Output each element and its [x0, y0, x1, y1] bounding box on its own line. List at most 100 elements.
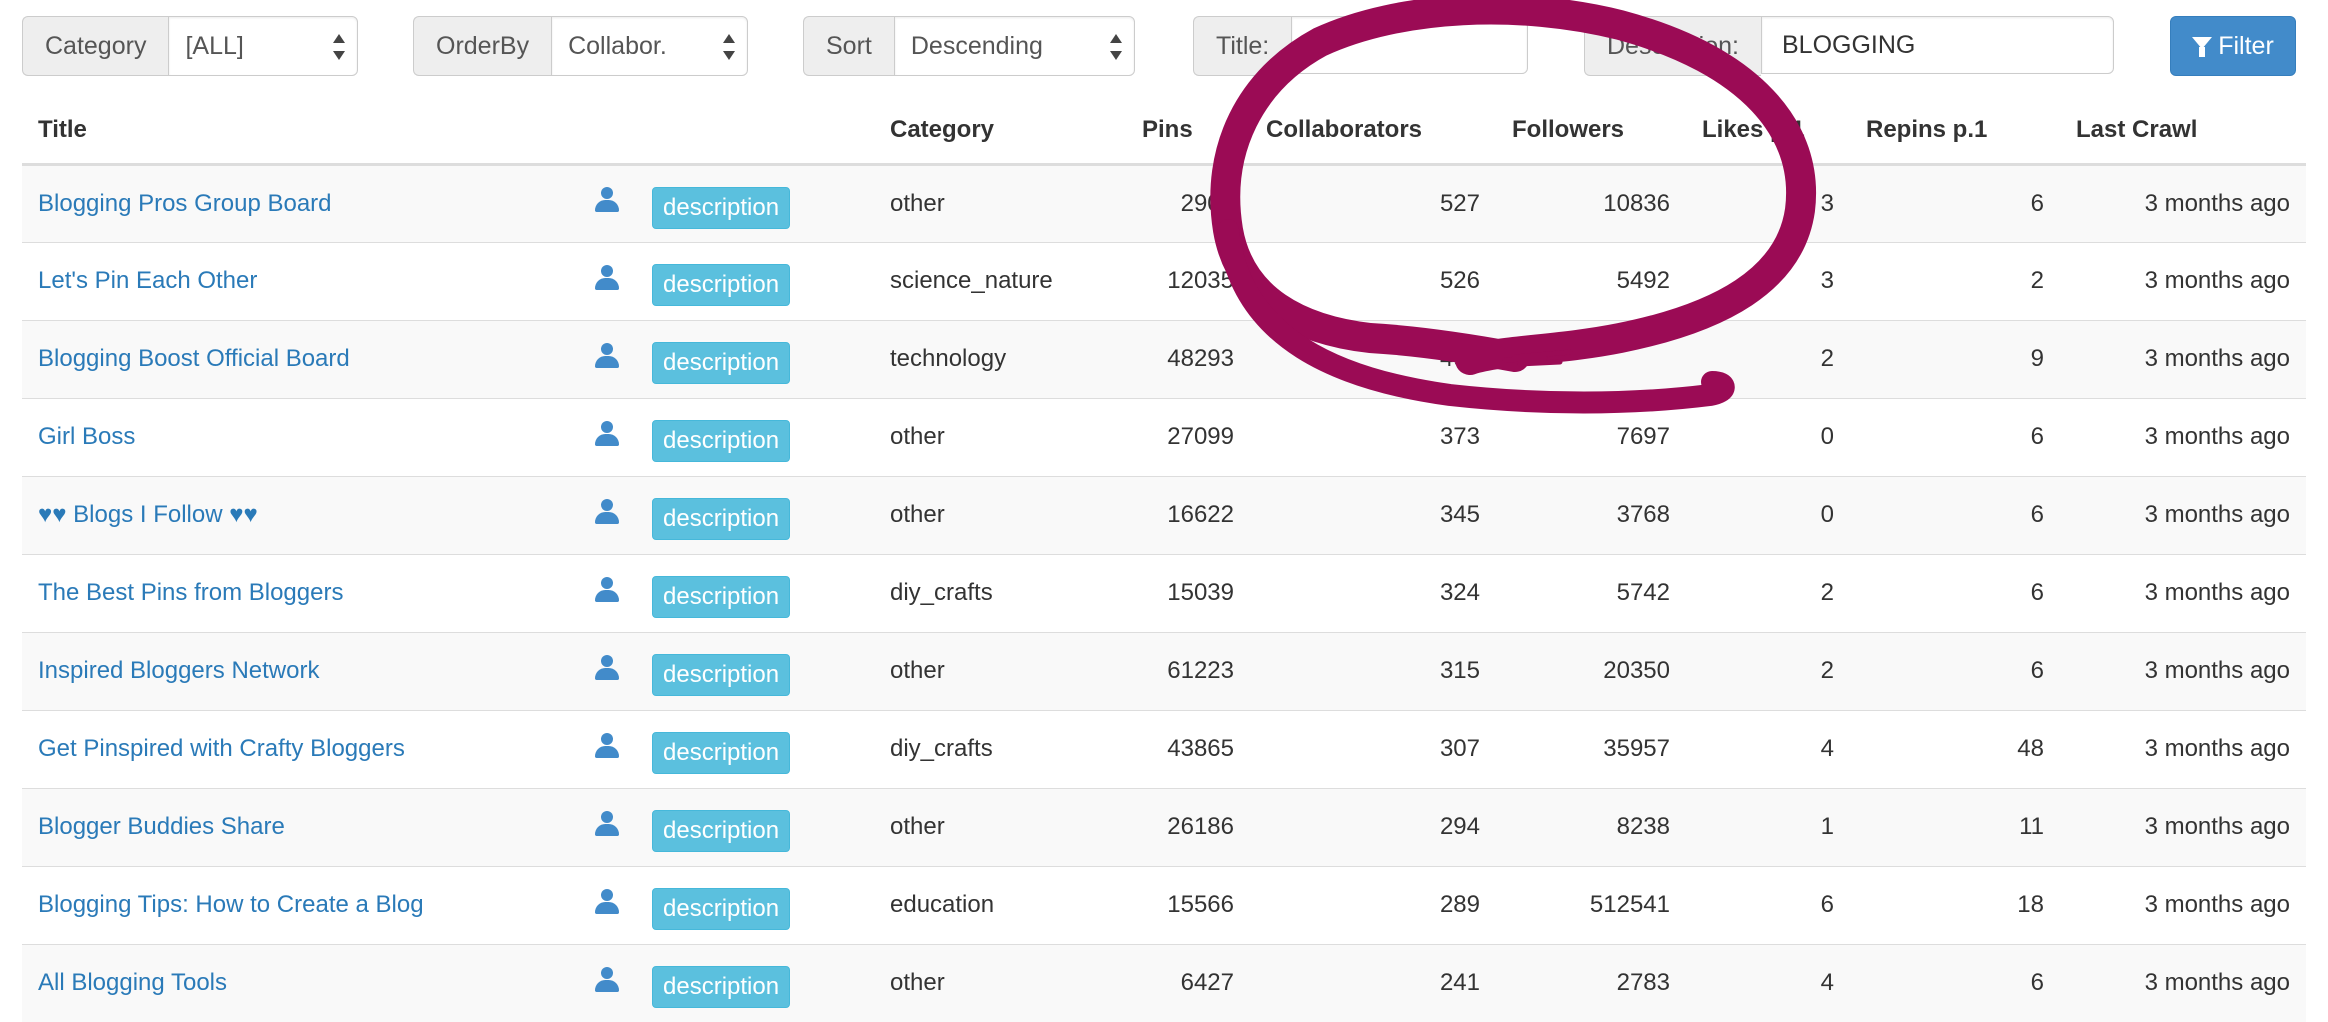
- user-icon[interactable]: [594, 187, 620, 213]
- description-cell: description: [636, 709, 874, 788]
- board-title-link[interactable]: All Blogging Tools: [38, 969, 227, 996]
- collaborators-cell: 315: [1250, 631, 1496, 710]
- board-title-link[interactable]: Let's Pin Each Other: [38, 267, 257, 294]
- user-icon[interactable]: [594, 342, 620, 369]
- user-icon[interactable]: [594, 966, 620, 993]
- sort-select[interactable]: Descending: [893, 16, 1135, 76]
- category-select[interactable]: [ALL]: [168, 16, 359, 76]
- table-header-row: Title Category Pins Collaborators Follow…: [22, 98, 2306, 166]
- title-cell: The Best Pins from Bloggers: [22, 553, 570, 632]
- last-crawl-cell: 3 months ago: [2060, 163, 2306, 242]
- user-icon[interactable]: [594, 264, 620, 291]
- user-cell: [570, 397, 636, 476]
- likes-cell: 0: [1686, 397, 1850, 476]
- pins-cell: 26186: [1126, 787, 1250, 866]
- collaborators-cell: 324: [1250, 553, 1496, 632]
- pins-cell: 16622: [1126, 475, 1250, 554]
- repins-cell: 6: [1850, 631, 2060, 710]
- orderby-select[interactable]: Collabor.: [551, 16, 749, 76]
- table-row: Blogging Boost Official Board descriptio…: [22, 319, 2306, 398]
- board-title-link[interactable]: Get Pinspired with Crafty Bloggers: [38, 735, 405, 762]
- board-title-link[interactable]: Inspired Bloggers Network: [38, 657, 319, 684]
- pins-cell: 6427: [1126, 943, 1250, 1022]
- description-button[interactable]: description: [652, 810, 791, 852]
- header-title[interactable]: Title: [22, 98, 570, 166]
- board-title-link[interactable]: Blogging Tips: How to Create a Blog: [38, 891, 424, 918]
- likes-cell: 2: [1686, 319, 1850, 398]
- title-input[interactable]: [1291, 16, 1529, 74]
- board-title-link[interactable]: Blogging Pros Group Board: [38, 190, 332, 217]
- user-icon[interactable]: [594, 576, 620, 603]
- board-title-link[interactable]: The Best Pins from Bloggers: [38, 579, 343, 606]
- header-followers[interactable]: Followers: [1496, 98, 1686, 166]
- followers-cell: [1496, 319, 1686, 398]
- description-button[interactable]: description: [652, 654, 791, 696]
- title-label: Title:: [1193, 16, 1292, 76]
- description-filter: Description:: [1584, 16, 2114, 76]
- description-cell: description: [636, 787, 874, 866]
- description-button[interactable]: description: [652, 732, 791, 774]
- category-select-value: [ALL]: [185, 32, 244, 60]
- header-repins[interactable]: Repins p.1: [1850, 98, 2060, 166]
- user-cell: [570, 241, 636, 320]
- category-cell: technology: [874, 319, 1126, 398]
- description-button[interactable]: description: [652, 420, 791, 462]
- user-cell: [570, 553, 636, 632]
- collaborators-cell: 241: [1250, 943, 1496, 1022]
- header-blank: [570, 98, 636, 166]
- repins-cell: 11: [1850, 787, 2060, 866]
- category-cell: science_nature: [874, 241, 1126, 320]
- board-title-link[interactable]: Blogger Buddies Share: [38, 813, 285, 840]
- followers-cell: 5742: [1496, 553, 1686, 632]
- category-label: Category: [22, 16, 169, 76]
- followers-cell: 7697: [1496, 397, 1686, 476]
- description-button[interactable]: description: [652, 342, 791, 384]
- table-row: Girl Boss description other 27099 373 76…: [22, 397, 2306, 476]
- pins-cell: 15566: [1126, 865, 1250, 944]
- description-button[interactable]: description: [652, 888, 791, 930]
- description-cell: description: [636, 475, 874, 554]
- user-icon[interactable]: [594, 654, 620, 681]
- user-cell: [570, 319, 636, 398]
- title-cell: Let's Pin Each Other: [22, 241, 570, 320]
- header-category[interactable]: Category: [874, 98, 1126, 166]
- description-button[interactable]: description: [652, 966, 791, 1009]
- description-button[interactable]: description: [652, 264, 791, 306]
- header-collaborators[interactable]: Collaborators: [1250, 98, 1496, 166]
- description-cell: description: [636, 241, 874, 320]
- user-icon[interactable]: [594, 732, 620, 759]
- description-button[interactable]: description: [652, 498, 791, 540]
- table-row: Blogger Buddies Share description other …: [22, 787, 2306, 866]
- header-likes[interactable]: Likes p.1: [1686, 98, 1850, 166]
- description-button[interactable]: description: [652, 576, 791, 618]
- header-pins[interactable]: Pins: [1126, 98, 1250, 166]
- last-crawl-cell: 3 months ago: [2060, 709, 2306, 788]
- user-icon[interactable]: [594, 420, 620, 447]
- likes-cell: 2: [1686, 553, 1850, 632]
- category-cell: other: [874, 787, 1126, 866]
- filter-button[interactable]: Filter: [2170, 16, 2296, 76]
- user-icon[interactable]: [594, 498, 620, 525]
- collaborators-cell: 294: [1250, 787, 1496, 866]
- table-row: Get Pinspired with Crafty Bloggers descr…: [22, 709, 2306, 788]
- repins-cell: 9: [1850, 319, 2060, 398]
- description-label: Description:: [1584, 16, 1761, 76]
- description-input[interactable]: [1761, 16, 2114, 74]
- header-blank: [636, 98, 874, 166]
- likes-cell: 6: [1686, 865, 1850, 944]
- user-icon[interactable]: [594, 888, 620, 915]
- description-button[interactable]: description: [652, 186, 791, 229]
- board-title-link[interactable]: ♥♥ Blogs I Follow ♥♥: [38, 501, 258, 528]
- repins-cell: 48: [1850, 709, 2060, 788]
- category-cell: diy_crafts: [874, 553, 1126, 632]
- user-icon[interactable]: [594, 810, 620, 837]
- table-row: ♥♥ Blogs I Follow ♥♥ description other 1…: [22, 475, 2306, 554]
- pins-cell: 27099: [1126, 397, 1250, 476]
- followers-cell: 35957: [1496, 709, 1686, 788]
- user-cell: [570, 475, 636, 554]
- board-title-link[interactable]: Blogging Boost Official Board: [38, 345, 350, 372]
- header-last-crawl[interactable]: Last Crawl: [2060, 98, 2306, 166]
- user-cell: [570, 709, 636, 788]
- pins-cell: 12035: [1126, 241, 1250, 320]
- board-title-link[interactable]: Girl Boss: [38, 423, 135, 450]
